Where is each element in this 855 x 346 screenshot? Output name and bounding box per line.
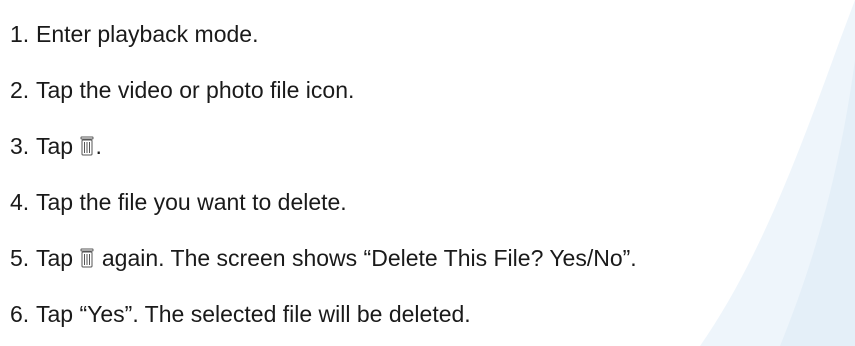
step-text: Enter playback mode. — [36, 21, 259, 47]
step-text: Tap “Yes”. The selected file will be del… — [36, 301, 471, 327]
step-text: Tap the video or photo file icon. — [36, 77, 355, 103]
step-3: 3. Tap . — [10, 131, 102, 161]
step-number: 6. — [10, 301, 30, 327]
step-text-before: Tap — [36, 133, 74, 159]
step-text-before: Tap — [36, 245, 74, 271]
trash-icon — [80, 136, 94, 156]
step-2: 2. Tap the video or photo file icon. — [10, 75, 354, 105]
step-number: 4. — [10, 189, 30, 215]
step-text: Tap the file you want to delete. — [36, 189, 347, 215]
step-number: 2. — [10, 77, 30, 103]
step-1: 1. Enter playback mode. — [10, 19, 258, 49]
step-number: 3. — [10, 133, 30, 159]
step-text-after: again. The screen shows “Delete This Fil… — [101, 245, 637, 271]
trash-icon — [80, 248, 94, 268]
background-swoosh-decoration — [700, 0, 855, 346]
step-text-after: . — [95, 133, 102, 159]
step-5: 5. Tap again. The screen shows “Delete Th… — [10, 243, 637, 273]
step-6: 6. Tap “Yes”. The selected file will be d… — [10, 299, 471, 329]
step-4: 4. Tap the file you want to delete. — [10, 187, 347, 217]
step-number: 1. — [10, 21, 30, 47]
step-number: 5. — [10, 245, 30, 271]
